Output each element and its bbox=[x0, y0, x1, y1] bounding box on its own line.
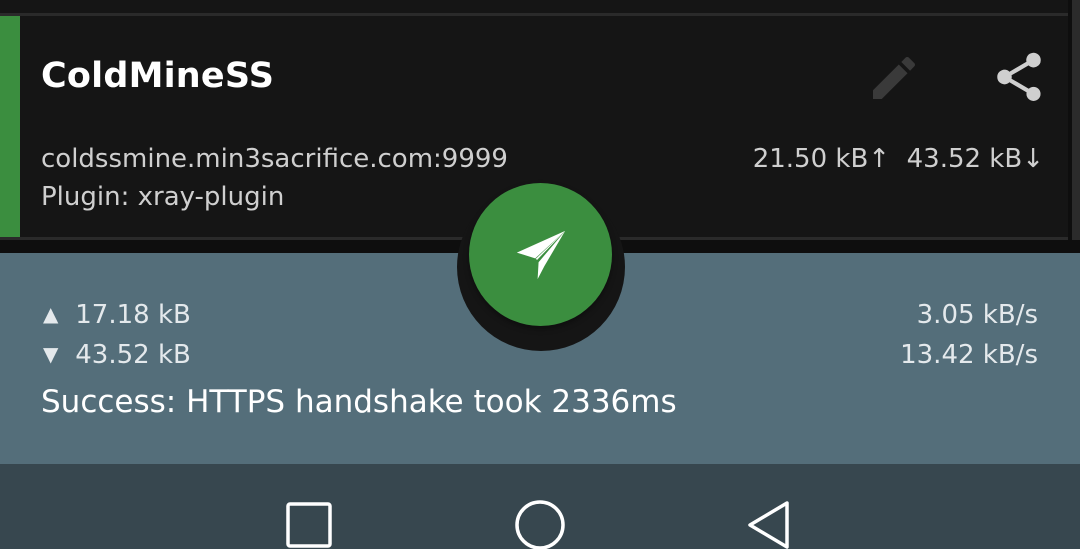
square-icon[interactable] bbox=[281, 497, 337, 549]
scrollbar[interactable] bbox=[1072, 0, 1080, 240]
tx-stat: ▲ 17.18 kB bbox=[43, 300, 191, 330]
circle-icon[interactable] bbox=[512, 497, 568, 549]
connection-test-result[interactable]: Success: HTTPS handshake took 2336ms bbox=[41, 384, 677, 420]
rx-total: 43.52 kB bbox=[75, 340, 191, 370]
download-total: 43.52 kB bbox=[906, 144, 1023, 174]
rx-rate: 13.42 kB/s bbox=[900, 340, 1038, 370]
tx-total: 17.18 kB bbox=[75, 300, 191, 330]
server-address: coldssmine.min3sacrifice.com:9999 bbox=[41, 144, 508, 174]
profile-name: ColdMineSS bbox=[41, 56, 275, 96]
upload-total: 21.50 kB bbox=[752, 144, 869, 174]
triangle-back-icon[interactable] bbox=[742, 497, 798, 549]
paper-plane-icon bbox=[516, 230, 565, 279]
system-navigation-bar bbox=[0, 464, 1080, 549]
connect-button[interactable] bbox=[469, 183, 612, 326]
upload-triangle-icon: ▲ bbox=[43, 302, 59, 326]
tx-rate: 3.05 kB/s bbox=[916, 300, 1038, 330]
selected-indicator bbox=[0, 16, 20, 237]
profile-traffic: 21.50 kB↑ 43.52 kB↓ bbox=[753, 144, 1044, 174]
share-icon[interactable] bbox=[990, 48, 1048, 106]
download-arrow-icon: ↓ bbox=[1022, 144, 1044, 174]
previous-profile-card[interactable] bbox=[0, 0, 1068, 13]
rx-stat: ▼ 43.52 kB bbox=[43, 340, 191, 370]
pencil-icon[interactable] bbox=[866, 50, 922, 106]
screen: ColdMineSS coldssmine.min3sacrifice.com:… bbox=[0, 0, 1080, 549]
upload-arrow-icon: ↑ bbox=[868, 144, 891, 174]
download-triangle-icon: ▼ bbox=[43, 342, 59, 366]
plugin-label: Plugin: xray-plugin bbox=[41, 182, 285, 212]
